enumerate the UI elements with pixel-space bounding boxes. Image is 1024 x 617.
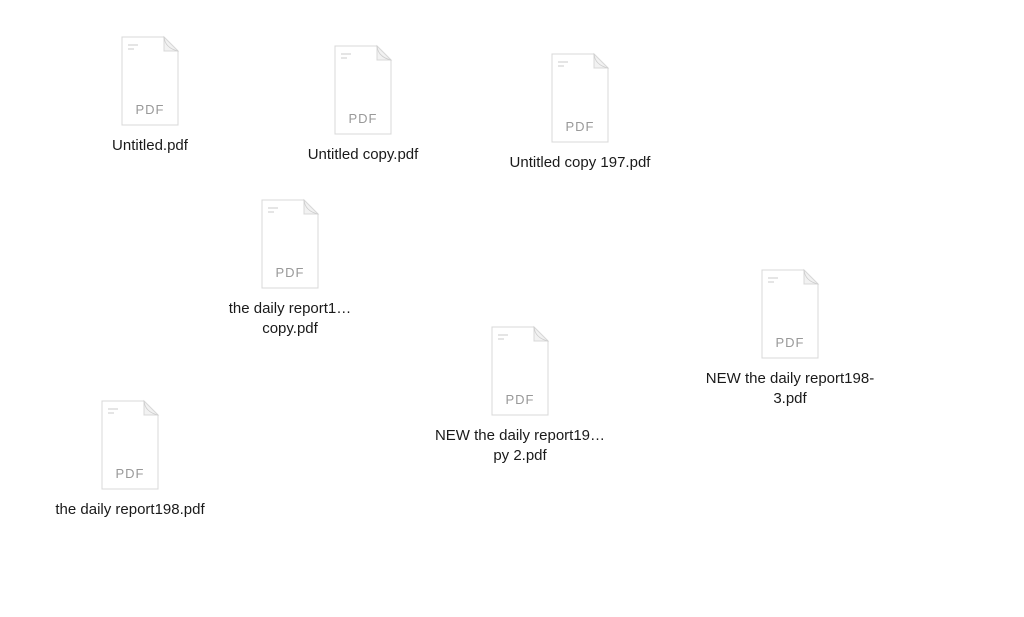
file-item[interactable]: PDF Untitled.pdf xyxy=(60,35,240,157)
file-name-label: Untitled copy 197.pdf xyxy=(506,152,655,174)
file-item[interactable]: PDF NEW the daily report19…py 2.pdf xyxy=(430,325,610,466)
file-item[interactable]: PDF NEW the daily report198-3.pdf xyxy=(700,268,880,409)
pdf-file-icon: PDF xyxy=(544,52,616,144)
file-type-label: PDF xyxy=(114,102,186,117)
pdf-file-icon: PDF xyxy=(327,44,399,136)
pdf-file-icon: PDF xyxy=(254,198,326,290)
pdf-file-icon: PDF xyxy=(484,325,556,417)
file-name-label: the daily report1…copy.pdf xyxy=(200,298,380,339)
file-type-label: PDF xyxy=(754,335,826,350)
pdf-file-icon: PDF xyxy=(754,268,826,360)
file-type-label: PDF xyxy=(254,265,326,280)
file-name-label: the daily report198.pdf xyxy=(51,499,208,521)
file-item[interactable]: PDF the daily report1…copy.pdf xyxy=(200,198,380,339)
file-item[interactable]: PDF Untitled copy 197.pdf xyxy=(490,52,670,174)
file-type-label: PDF xyxy=(327,111,399,126)
file-name-label: Untitled.pdf xyxy=(108,135,192,157)
file-item[interactable]: PDF the daily report198.pdf xyxy=(40,399,220,521)
pdf-file-icon: PDF xyxy=(114,35,186,127)
file-name-label: NEW the daily report19…py 2.pdf xyxy=(430,425,610,466)
pdf-file-icon: PDF xyxy=(94,399,166,491)
file-type-label: PDF xyxy=(484,392,556,407)
file-item[interactable]: PDF Untitled copy.pdf xyxy=(273,44,453,166)
file-name-label: NEW the daily report198-3.pdf xyxy=(700,368,880,409)
file-type-label: PDF xyxy=(94,466,166,481)
file-type-label: PDF xyxy=(544,119,616,134)
file-name-label: Untitled copy.pdf xyxy=(304,144,423,166)
